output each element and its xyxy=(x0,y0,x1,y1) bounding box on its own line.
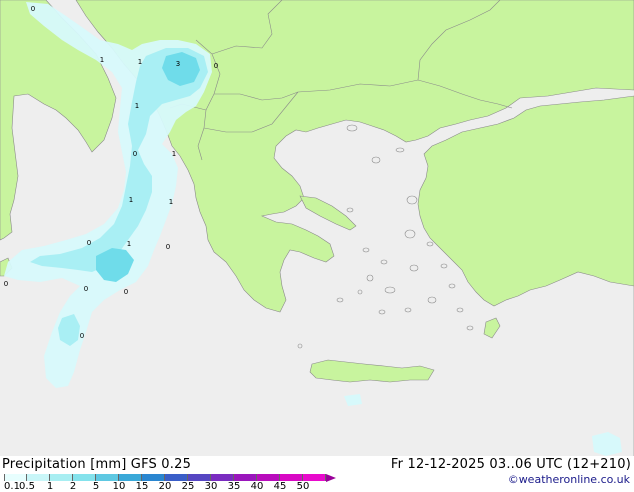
contour-label: 3 xyxy=(176,60,180,68)
run-info: Fr 12-12-2025 03..06 UTC (12+210) xyxy=(390,457,631,472)
contour-label: 0 xyxy=(84,285,88,293)
legend-tick-label: 50 xyxy=(296,481,310,492)
map-canvas: 0 1 1 3 0 1 0 1 1 1 0 1 0 0 0 0 0 xyxy=(0,0,634,456)
legend-swatch xyxy=(119,474,142,481)
legend-tick-label: 5 xyxy=(92,481,100,492)
contour-label: 0 xyxy=(124,288,128,296)
contour-label: 0 xyxy=(80,332,84,340)
legend-swatch xyxy=(211,474,234,481)
legend-swatch xyxy=(142,474,165,481)
precipitation-map: 0 1 1 3 0 1 0 1 1 1 0 1 0 0 0 0 0 xyxy=(0,0,634,456)
legend-swatch xyxy=(234,474,257,481)
legend-tick-label: 1 xyxy=(46,481,54,492)
contour-label: 0 xyxy=(214,62,218,70)
credit-link[interactable]: ©weatheronline.co.uk xyxy=(508,473,630,486)
legend-tick-label: 2 xyxy=(69,481,77,492)
contour-label: 1 xyxy=(129,196,133,204)
contour-label: 0 xyxy=(87,239,91,247)
legend-tick-label: 15 xyxy=(135,481,149,492)
legend-swatch xyxy=(96,474,119,481)
legend-swatch xyxy=(50,474,73,481)
contour-label: 1 xyxy=(138,58,142,66)
contour-label: 0 xyxy=(4,280,8,288)
contour-label: 1 xyxy=(169,198,173,206)
contour-label: 1 xyxy=(100,56,104,64)
legend-swatch xyxy=(280,474,303,481)
legend-tick-label: 35 xyxy=(227,481,241,492)
contour-label: 0 xyxy=(31,5,35,13)
contour-label: 0 xyxy=(133,150,137,158)
legend-tick-label: 0.5 xyxy=(19,481,35,492)
legend-swatch xyxy=(27,474,50,481)
map-footer: Precipitation [mm] GFS 0.25 Fr 12-12-202… xyxy=(0,456,634,492)
legend-tick-label: 30 xyxy=(204,481,218,492)
legend-tick-label: 10 xyxy=(112,481,126,492)
legend-arrow-icon xyxy=(326,473,336,482)
weather-map-frame: 01130101110100000 Precipitation [mm] GFS… xyxy=(0,0,634,492)
legend-swatch xyxy=(188,474,211,481)
legend-tick-label: 20 xyxy=(158,481,172,492)
legend-swatch xyxy=(165,474,188,481)
legend-colorbar xyxy=(4,473,336,482)
map-title: Precipitation [mm] GFS 0.25 xyxy=(2,457,192,472)
legend-tick-label: 0.1 xyxy=(4,481,20,492)
legend-tick-label: 40 xyxy=(250,481,264,492)
contour-label: 1 xyxy=(135,102,139,110)
legend-tick-label: 45 xyxy=(273,481,287,492)
legend-ticks: 0.1 0.5 1 2 5 10 15 20 25 30 35 40 45 50 xyxy=(0,482,340,492)
legend-swatch xyxy=(4,474,27,481)
contour-label: 1 xyxy=(127,240,131,248)
legend-tick-label: 25 xyxy=(181,481,195,492)
legend-swatch xyxy=(303,474,326,481)
contour-label: 1 xyxy=(172,150,176,158)
legend-swatch xyxy=(73,474,96,481)
legend-swatch xyxy=(257,474,280,481)
contour-label: 0 xyxy=(166,243,170,251)
